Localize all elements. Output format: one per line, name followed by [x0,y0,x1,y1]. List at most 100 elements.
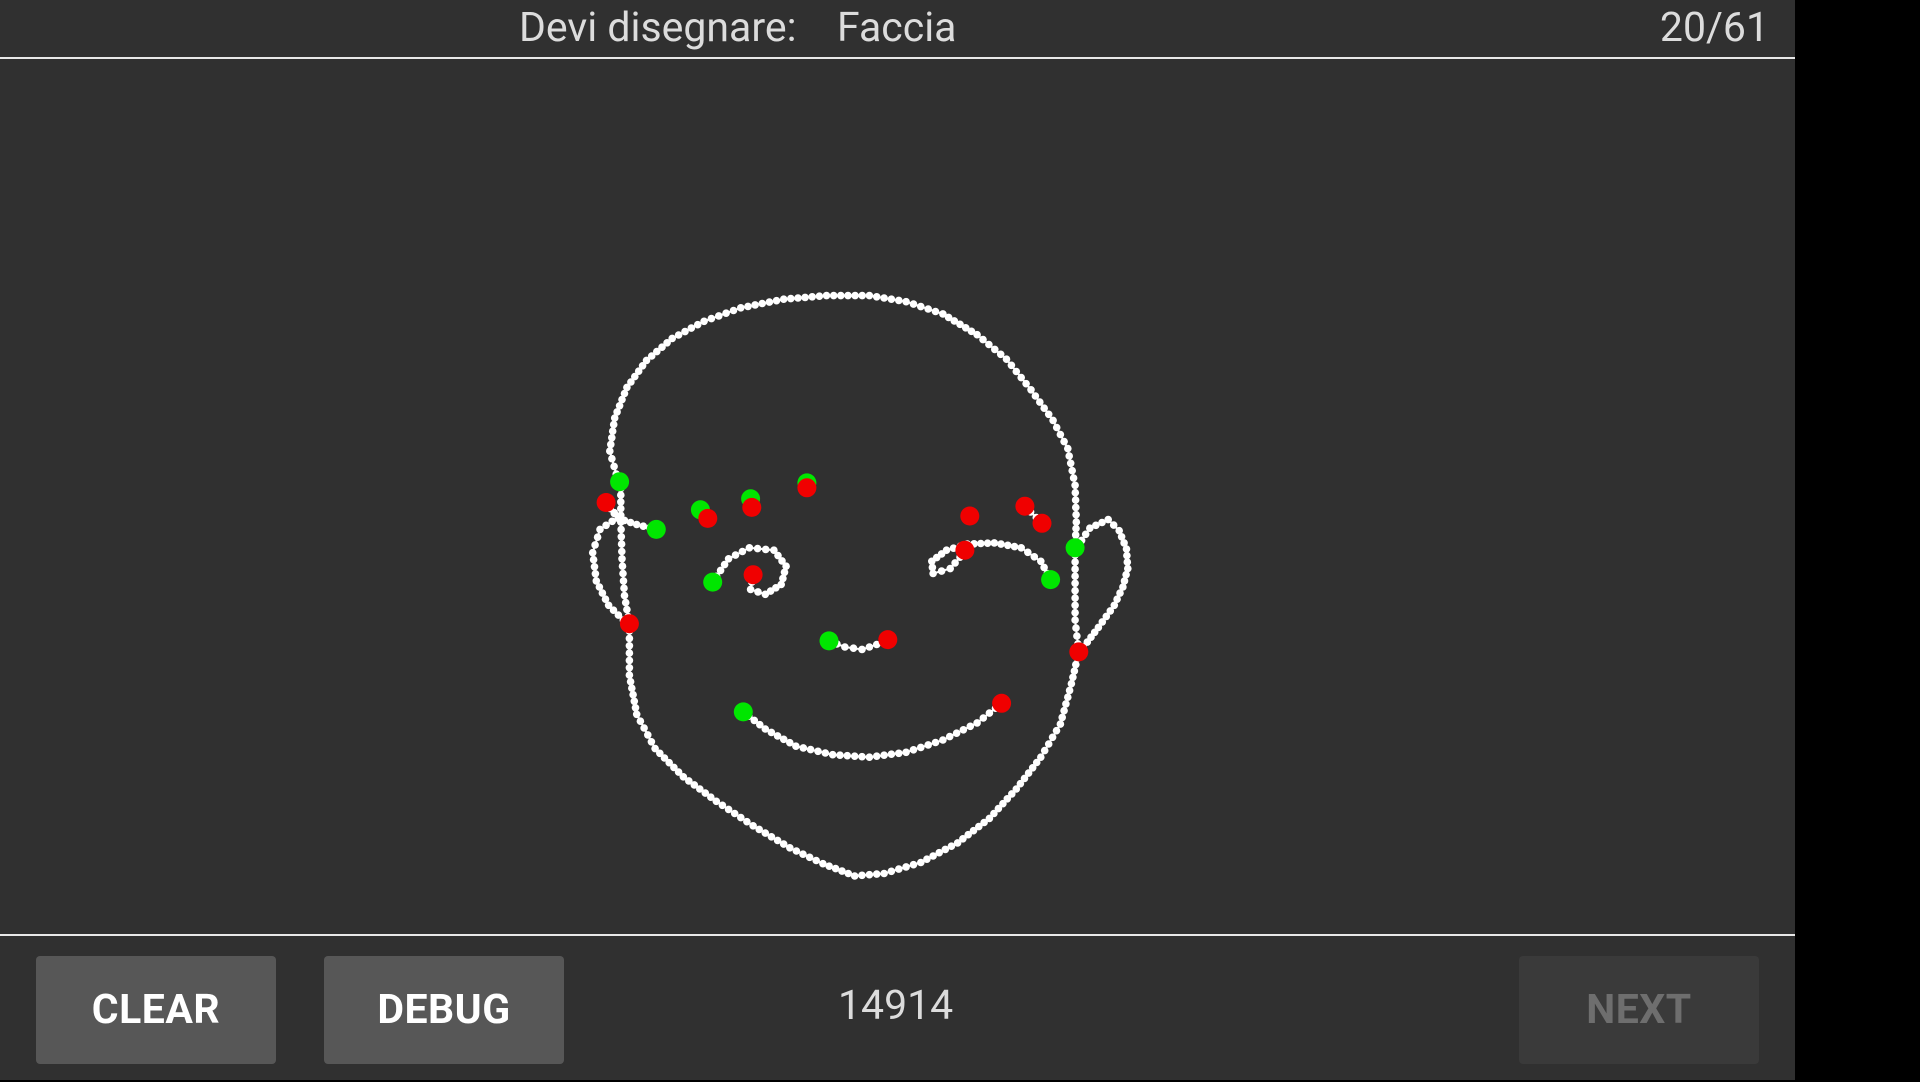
stroke-point [1027,386,1035,394]
stroke-end-marker [743,565,763,585]
stroke-point [724,555,733,563]
stroke-point [668,334,676,343]
stroke-point [1068,466,1076,475]
stroke-point [779,295,788,303]
right-face-contour-line [628,547,1080,877]
stroke-point [1044,410,1053,419]
stroke-point [814,747,822,756]
stroke-point [707,314,716,323]
next-button[interactable]: NEXT [1519,956,1759,1064]
stroke-point [959,726,968,734]
stroke-point [636,717,645,725]
stroke-point [1017,373,1025,382]
stroke-point [792,847,801,855]
stroke-point [865,291,874,300]
stroke-start-marker [819,631,839,651]
stroke-point [850,752,859,760]
sketch-svg [588,291,1132,880]
stroke-point [1066,459,1075,468]
stroke-point [843,751,852,760]
stroke-point [617,491,625,499]
stroke-point [631,704,640,712]
drawing-canvas[interactable] [0,59,1795,934]
stroke-end-marker [596,493,616,512]
stroke-point [593,533,602,541]
stroke-point [1022,379,1030,388]
stroke-point [844,291,852,300]
stroke-point [761,545,770,554]
stroke-point [895,749,903,758]
stroke-point [625,642,634,650]
stroke-point [596,525,604,534]
debug-button[interactable]: DEBUG [324,956,564,1064]
stroke-point [1071,586,1079,595]
stroke-point [917,743,925,752]
stroke-point [872,870,881,878]
stroke-point [1030,553,1039,561]
stroke-end-marker [619,614,639,634]
stroke-start-marker [1041,570,1061,590]
stroke-point [887,750,896,758]
stroke-point [1071,565,1079,573]
stroke-point [687,324,696,332]
stroke-point [1071,488,1080,497]
stroke-point [1071,496,1080,504]
stroke-end-marker [1032,513,1052,533]
stroke-point [625,671,634,679]
stroke-point [895,296,903,305]
stroke-point [620,584,628,592]
stroke-point [617,540,626,548]
stroke-point [621,598,630,607]
stroke-point [1072,510,1080,519]
stroke-point [772,296,781,305]
stroke-point [983,539,992,547]
stroke-point [917,858,925,867]
stroke-point [836,751,844,759]
stroke-start-marker [610,472,630,492]
stroke-point [1064,444,1072,453]
stroke-point [924,305,932,313]
stroke-point [729,306,738,315]
stroke-point [632,520,641,529]
stroke-end-marker [878,630,898,650]
stroke-point [749,822,757,830]
clear-button[interactable]: CLEAR [36,956,276,1064]
stroke-point [880,294,888,302]
stroke-point [1010,542,1019,551]
stroke-point [815,292,824,300]
stroke-point [608,427,617,436]
stroke-point [828,750,837,759]
stroke-point [628,684,636,692]
stroke-point [1065,452,1073,460]
stroke-point [991,345,999,354]
drawing-app: Devi disegnare: Faccia 20/61 CLEAR DEBUG… [0,0,1795,1080]
stroke-point [939,736,947,744]
stroke-point [966,722,975,731]
stroke-end-marker [1069,642,1089,662]
progress-counter: 20/61 [1659,4,1769,52]
stroke-point [617,533,626,541]
stroke-point [887,867,896,876]
stroke-point [979,714,988,722]
stroke-point [806,745,815,754]
stroke-point [630,697,639,706]
stroke-point [618,547,626,556]
stroke-point [1052,423,1061,432]
stroke-point [997,540,1005,548]
stroke-point [952,729,961,737]
stroke-point [618,555,626,563]
stroke-point [880,751,888,759]
stroke-point [623,605,631,614]
stroke-point [629,690,637,699]
stroke-point [1056,720,1065,728]
stroke-point [647,738,656,746]
stroke-point [1002,355,1011,363]
stroke-point [1037,557,1045,566]
stroke-point [591,541,599,549]
stroke-point [674,331,683,339]
stroke-point [872,293,881,301]
stroke-point [640,724,648,732]
stroke-point [745,544,754,552]
stroke-point [620,591,629,600]
stroke-point [1004,541,1012,550]
